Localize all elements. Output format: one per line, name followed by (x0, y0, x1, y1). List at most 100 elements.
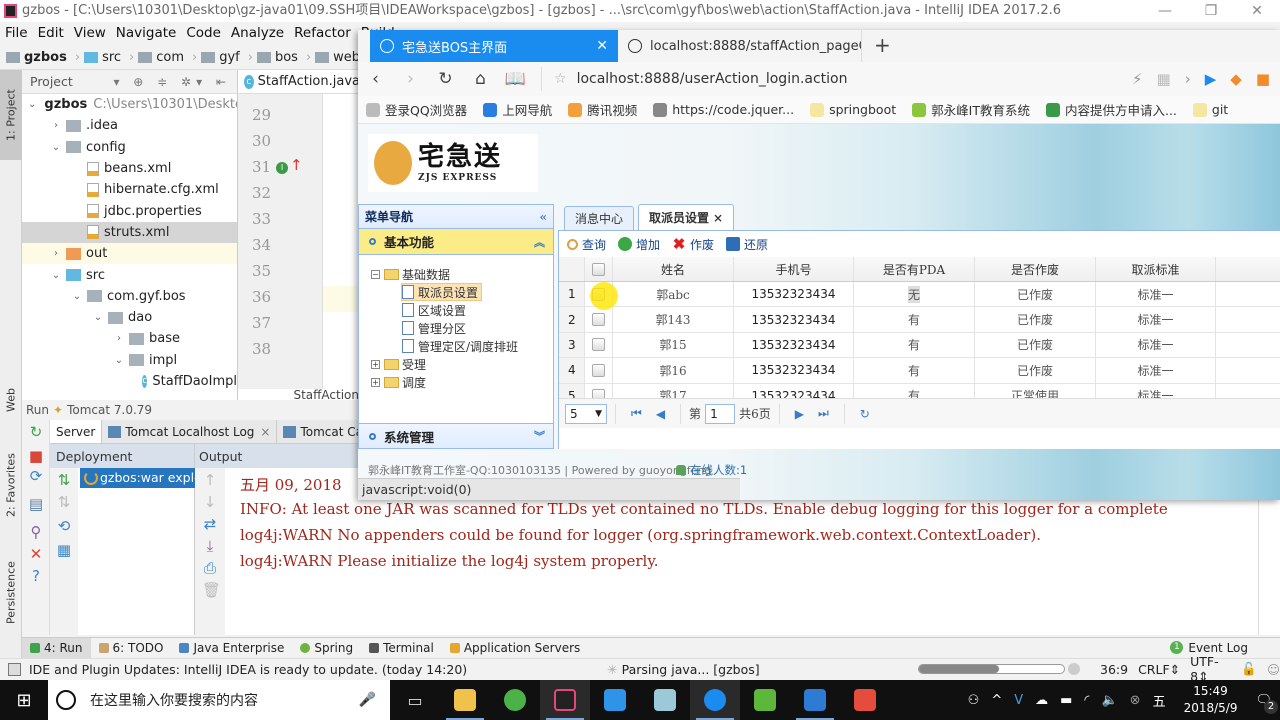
cancel-task-icon[interactable] (1068, 663, 1080, 675)
next-page-icon[interactable]: ▶ (795, 407, 804, 421)
camtasia-red-icon[interactable] (840, 680, 890, 720)
reload-icon[interactable]: ↻ (428, 69, 463, 89)
print-icon[interactable]: ⎙ (202, 560, 218, 576)
row-checkbox[interactable] (585, 358, 613, 383)
tab-server[interactable]: Server (50, 420, 103, 443)
favorites-tool-tab[interactable]: 2: Favorites (0, 440, 22, 530)
stop-icon[interactable]: ■ (28, 448, 44, 464)
bookmark-item[interactable]: 上网导航 (475, 100, 560, 119)
tree-item[interactable]: jdbc.properties (22, 200, 237, 221)
col-standard[interactable]: 取派标准 (1096, 257, 1216, 281)
tree-item[interactable]: ⌄ gzbos C:\Users\10301\Desktop (22, 94, 237, 115)
error-icon[interactable]: ⊗ (1130, 693, 1141, 708)
breadcrumb-com[interactable]: com (138, 50, 184, 65)
redeploy-icon[interactable]: ⟲ (56, 518, 72, 534)
update-icon[interactable]: ⟳ (28, 468, 44, 484)
menu-file[interactable]: File (0, 25, 33, 41)
tree-item[interactable]: › base (22, 328, 237, 349)
help-icon[interactable]: ? (28, 568, 44, 584)
artifact-icon[interactable]: ▦ (56, 542, 72, 558)
bookmark-item[interactable]: git (1185, 102, 1236, 117)
tab-staff-settings[interactable]: 取派员设置 × (638, 204, 735, 230)
close-tab-icon[interactable]: × (713, 211, 723, 225)
tab-tomcat-localhost-log[interactable]: Tomcat Localhost Log × (102, 420, 278, 443)
tool-window-toggle-icon[interactable] (8, 663, 21, 676)
chevron-down-icon[interactable]: ︾ (534, 428, 545, 444)
v2ray-icon[interactable]: V (1014, 693, 1023, 708)
tree-node-dispatch[interactable]: + 调度 (371, 373, 426, 391)
status-message[interactable]: IDE and Plugin Updates: IntelliJ IDEA is… (29, 662, 467, 677)
bookmark-item[interactable]: 腾讯视频 (560, 100, 645, 119)
expand-arrow-icon[interactable]: ⌄ (70, 291, 84, 302)
scroll-to-end-icon[interactable]: ⤓ (202, 538, 218, 554)
tree-item[interactable]: beans.xml (22, 158, 237, 179)
project-view-selector[interactable]: Project (30, 74, 73, 89)
rerun-icon[interactable]: ↻ (28, 424, 44, 440)
breadcrumb-src[interactable]: src (84, 50, 121, 65)
menu-edit[interactable]: Edit (33, 25, 69, 41)
project-panel-tools[interactable]: ▾ ⊕ ≑ ✲▾ ⇤ (113, 75, 231, 89)
tree-node-manage-decidedzone[interactable]: 管理定区/调度排班 (402, 337, 518, 355)
tree-item[interactable]: ⌄ src (22, 264, 237, 285)
up-arrow-icon[interactable]: ↑ (202, 472, 218, 488)
section-system-management[interactable]: 系统管理 ︾ (359, 423, 553, 449)
col-name[interactable]: 姓名 (613, 257, 734, 281)
camera-icon[interactable]: ■ (1256, 70, 1270, 88)
first-page-icon[interactable]: ⏮ (631, 406, 642, 421)
menu-refactor[interactable]: Refactor (289, 25, 356, 41)
inspector-icon[interactable]: ☺ (1267, 662, 1280, 677)
deploy-icon[interactable]: ⇅ (56, 472, 72, 488)
forward-icon[interactable]: › (393, 69, 428, 89)
background-task[interactable]: ✳ Parsing java... [gzbos] (607, 662, 759, 677)
layout-icon[interactable]: ▤ (28, 496, 44, 512)
task-view-icon[interactable]: ▭ (390, 680, 440, 720)
deployment-item[interactable]: gzbos:war exploded (80, 468, 195, 488)
video-icon[interactable]: ▶ (1205, 70, 1217, 88)
more-icon[interactable]: › (1185, 70, 1191, 88)
tree-item[interactable]: c StaffDaoImpl (22, 371, 237, 392)
col-has-pda[interactable]: 是否有PDA (854, 257, 975, 281)
tab-message-center[interactable]: 消息中心 (564, 206, 635, 230)
last-page-icon[interactable]: ⏭ (818, 406, 829, 421)
intellij-taskbar-icon[interactable] (540, 680, 590, 720)
tool-tab-terminal[interactable]: Terminal (361, 638, 442, 659)
tree-node-staff-settings[interactable]: 取派员设置 (401, 283, 483, 301)
table-row[interactable]: 4 郭16 13532323434 有已作废 标准一 (559, 358, 1280, 384)
section-basic-functions[interactable]: 基本功能 ︽ (359, 229, 553, 255)
select-all-checkbox[interactable] (585, 257, 613, 281)
tree-item[interactable]: ⌄ dao (22, 307, 237, 328)
people-icon[interactable]: ⚇ (968, 693, 980, 708)
tree-item[interactable]: ⌄ impl (22, 350, 237, 371)
implements-marker-icon[interactable]: I (276, 162, 288, 174)
tree-item[interactable]: › .idea (22, 115, 237, 136)
expand-icon[interactable]: + (371, 359, 380, 369)
tree-item[interactable]: ⌄ com.gyf.bos (22, 286, 237, 307)
close-run-icon[interactable]: ✕ (28, 546, 44, 562)
col-phone[interactable]: 手机号 (734, 257, 854, 281)
tree-node-manage-subarea[interactable]: 管理分区 (402, 319, 466, 337)
tab-tomcat-catalina-log[interactable]: Tomcat Catalina Log (277, 420, 360, 443)
tree-node-region-settings[interactable]: 区域设置 (402, 301, 466, 319)
persistence-tool-tab[interactable]: Persistence (0, 545, 22, 640)
close-tab-icon[interactable]: ✕ (596, 38, 608, 54)
tool-tab-java-enterprise[interactable]: Java Enterprise (171, 638, 292, 659)
soft-wrap-icon[interactable]: ⇄ (202, 516, 218, 532)
menu-code[interactable]: Code (181, 25, 226, 41)
line-separator[interactable]: CRLF⇕ (1138, 662, 1180, 677)
home-icon[interactable]: ⌂ (463, 69, 498, 89)
notes-icon[interactable] (640, 680, 690, 720)
col-deleted[interactable]: 是否作废 (975, 257, 1096, 281)
expand-arrow-icon[interactable]: ⌄ (49, 142, 63, 153)
row-checkbox[interactable] (585, 307, 613, 332)
tool-tab-application-servers[interactable]: Application Servers (442, 638, 588, 659)
clear-icon[interactable]: 🗑 (202, 582, 221, 598)
browser-tab-bos[interactable]: 宅急送BOS主界面 ✕ (370, 30, 618, 62)
wifi-icon[interactable]: ◜ (1084, 693, 1089, 708)
table-row[interactable]: 1 郭abc 13532323434 无已作废 标准一 (559, 282, 1280, 308)
bookmark-item[interactable]: springboot (802, 102, 904, 117)
power-icon[interactable]: ▬ (1060, 693, 1072, 708)
editor-tab-staffaction[interactable]: c StaffAction.java (238, 70, 360, 94)
expand-arrow-icon[interactable]: › (49, 120, 63, 131)
refresh-icon[interactable]: ↻ (860, 407, 870, 421)
page-number-input[interactable]: 1 (705, 403, 736, 424)
